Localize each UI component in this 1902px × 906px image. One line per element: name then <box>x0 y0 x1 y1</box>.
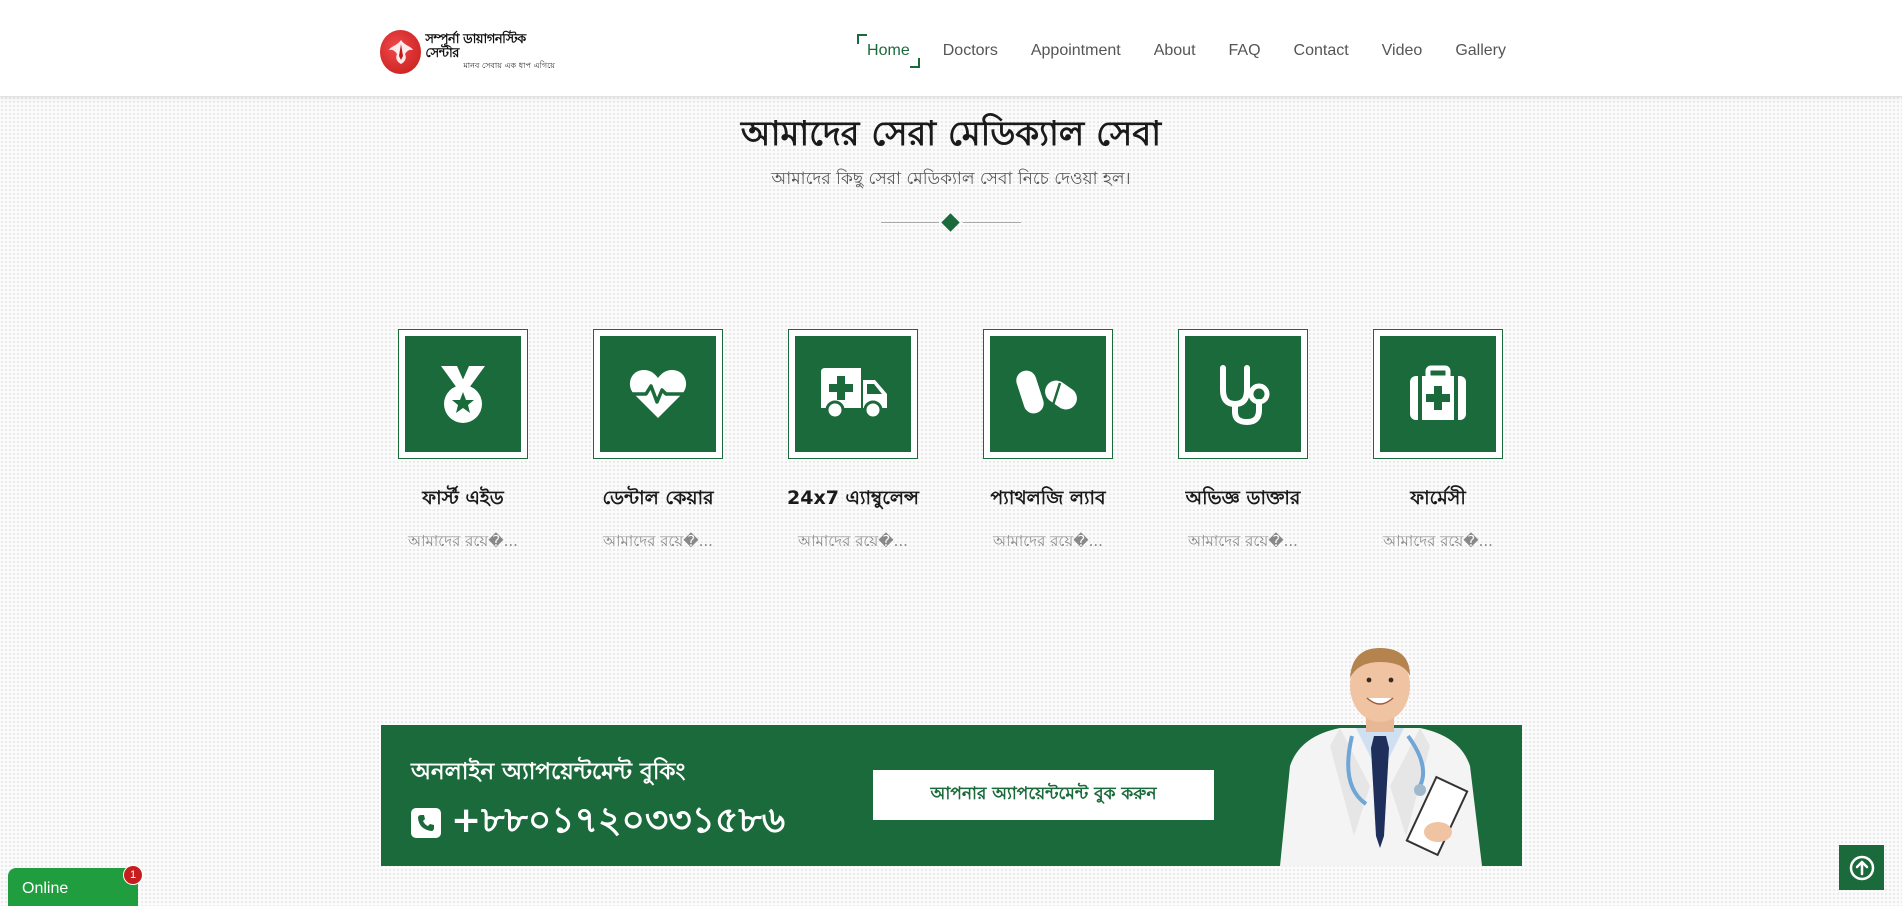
service-card[interactable]: ফার্মেসী আমাদের রয়ে�... <box>1373 329 1503 555</box>
service-desc: আমাদের রয়ে�... <box>1383 532 1493 550</box>
banner-phone[interactable]: +৮৮০১৭২০৩৩১৫৮৬ <box>411 793 785 853</box>
service-desc: আমাদের রয়ে�... <box>993 532 1103 550</box>
logo-tagline: মানব সেবায় এক ধাপ এগিয়ে <box>463 61 555 70</box>
service-desc: আমাদের রয়ে�... <box>798 532 908 550</box>
service-desc: আমাদের রয়ে�... <box>408 532 518 550</box>
service-name: প্যাথলজি ল্যাব <box>990 487 1106 509</box>
pills-icon <box>1016 370 1077 414</box>
main-nav: Home Doctors Appointment About FAQ Conta… <box>842 34 1514 68</box>
service-name: ফার্মেসী <box>1410 487 1466 509</box>
site-logo[interactable]: সম্পূর্না ডায়াগনস্টিক সেন্টার মানব সেবা… <box>380 28 555 76</box>
diamond-icon <box>941 213 960 232</box>
nav-gallery[interactable]: Gallery <box>1447 34 1514 68</box>
nav-video[interactable]: Video <box>1374 34 1431 68</box>
service-card[interactable]: 24x7 এ্যাম্বুলেন্স আমাদের রয়ে�... <box>787 329 919 555</box>
service-card[interactable]: ডেন্টাল কেয়ার আমাদের রয়ে�... <box>593 329 723 555</box>
logo-name: সম্পূর্না ডায়াগনস্টিক সেন্টার <box>425 32 526 61</box>
phoenix-logo-icon <box>380 30 422 74</box>
online-chat-button[interactable]: Online <box>8 868 138 906</box>
heart-pulse-icon <box>629 370 687 418</box>
nav-about[interactable]: About <box>1146 34 1204 68</box>
section-divider <box>881 213 1021 232</box>
service-name: ফার্স্ট এইড <box>422 487 504 509</box>
arrow-up-circle-icon <box>1849 855 1874 880</box>
site-header: সম্পূর্না ডায়াগনস্টিক সেন্টার মানব সেবা… <box>0 0 1902 97</box>
nav-appointment[interactable]: Appointment <box>1023 34 1129 68</box>
chat-notification-badge: 1 <box>123 865 143 885</box>
scroll-to-top-button[interactable] <box>1839 845 1884 890</box>
service-card[interactable]: প্যাথলজি ল্যাব আমাদের রয়ে�... <box>983 329 1113 555</box>
service-card[interactable]: অভিজ্ঞ ডাক্তার আমাদের রয়ে�... <box>1178 329 1308 555</box>
banner-title: অনলাইন অ্যাপয়েন্টমেন্ট বুকিং <box>411 759 686 785</box>
stethoscope-icon <box>1220 365 1270 426</box>
service-name: অভিজ্ঞ ডাক্তার <box>1185 487 1301 509</box>
medkit-icon <box>1410 365 1466 420</box>
service-name: 24x7 এ্যাম্বুলেন্স <box>787 487 919 509</box>
phone-icon <box>411 808 441 838</box>
section-title: আমাদের সেরা মেডিক্যাল সেবা <box>740 114 1162 154</box>
doctor-image <box>1280 648 1482 866</box>
service-card[interactable]: ফার্স্ট এইড আমাদের রয়ে�... <box>398 329 528 555</box>
phone-number: +৮৮০১৭২০৩৩১৫৮৬ <box>451 800 786 841</box>
nav-home[interactable]: Home <box>857 34 920 68</box>
book-appointment-button[interactable]: আপনার অ্যাপয়েন্টমেন্ট বুক করুন <box>873 770 1214 820</box>
medal-icon <box>441 366 485 423</box>
service-desc: আমাদের রয়ে�... <box>1188 532 1298 550</box>
section-subtitle: আমাদের কিছু সেরা মেডিক্যাল সেবা নিচে দেও… <box>771 169 1131 189</box>
nav-doctors[interactable]: Doctors <box>935 34 1006 68</box>
service-name: ডেন্টাল কেয়ার <box>602 487 714 509</box>
nav-contact[interactable]: Contact <box>1286 34 1357 68</box>
services-grid: ফার্স্ট এইড আমাদের রয়ে�... ডেন্টাল কেয়… <box>398 329 1504 550</box>
service-desc: আমাদের রয়ে�... <box>603 532 713 550</box>
ambulance-icon <box>821 368 887 420</box>
nav-faq[interactable]: FAQ <box>1221 34 1269 68</box>
